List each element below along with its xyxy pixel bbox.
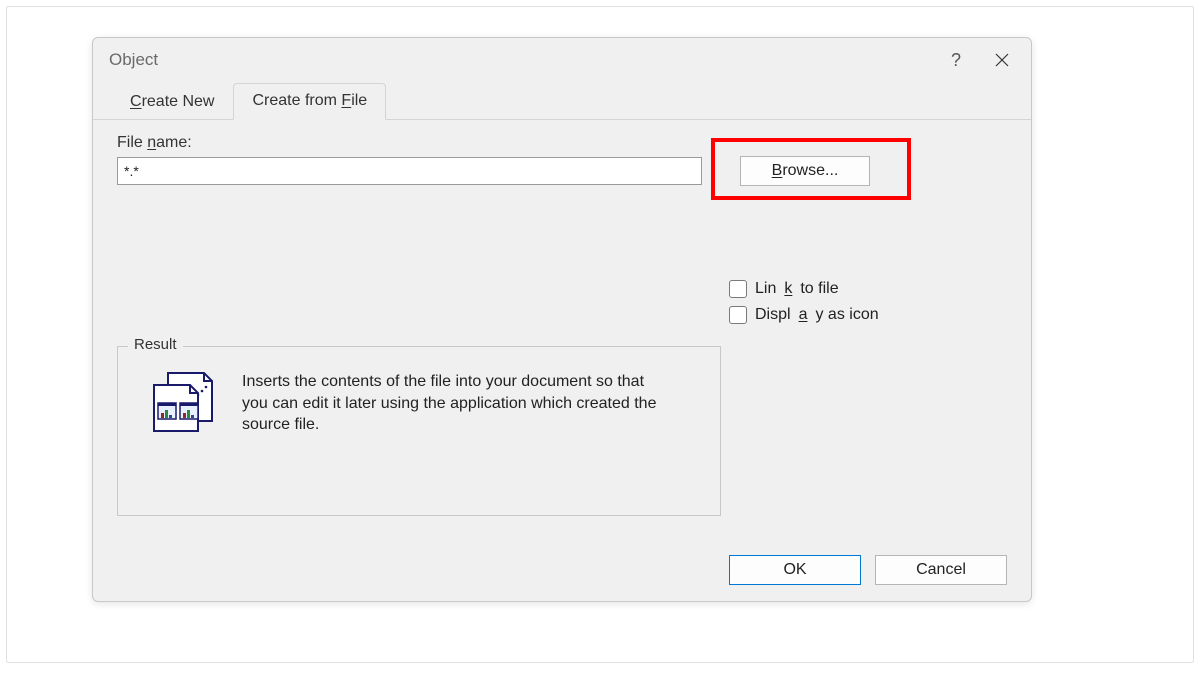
ok-button[interactable]: OK — [729, 555, 861, 585]
close-button[interactable] — [979, 42, 1025, 78]
dialog-title: Object — [109, 50, 933, 70]
checkbox-icon — [729, 306, 747, 324]
result-description: Inserts the contents of the file into yo… — [242, 371, 672, 436]
browse-button[interactable]: Browse... — [740, 156, 870, 186]
app-canvas: Object ? Create New Create from File Fil… — [6, 6, 1194, 663]
dialog-body: File name: Browse... Link to file Displa… — [93, 120, 1031, 186]
link-to-file-checkbox[interactable]: Link to file — [729, 280, 879, 298]
embedded-object-icon — [146, 371, 224, 433]
object-dialog: Object ? Create New Create from File Fil… — [92, 37, 1032, 602]
cancel-button[interactable]: Cancel — [875, 555, 1007, 585]
dialog-titlebar: Object ? — [93, 38, 1031, 82]
dialog-footer: OK Cancel — [729, 555, 1007, 585]
filename-row: Browse... — [117, 156, 1007, 186]
result-groupbox: Result — [117, 346, 721, 516]
filename-label: File name: — [117, 134, 1007, 152]
tab-strip: Create New Create from File — [93, 82, 1031, 120]
tab-create-from-file[interactable]: Create from File — [233, 83, 386, 120]
help-icon: ? — [951, 50, 961, 71]
filename-input[interactable] — [117, 157, 702, 185]
tab-create-new[interactable]: Create New — [111, 84, 233, 120]
display-as-icon-checkbox[interactable]: Display as icon — [729, 306, 879, 324]
help-button[interactable]: ? — [933, 42, 979, 78]
result-legend: Result — [128, 336, 183, 353]
options-group: Link to file Display as icon — [729, 280, 879, 324]
checkbox-icon — [729, 280, 747, 298]
close-icon — [995, 53, 1009, 67]
